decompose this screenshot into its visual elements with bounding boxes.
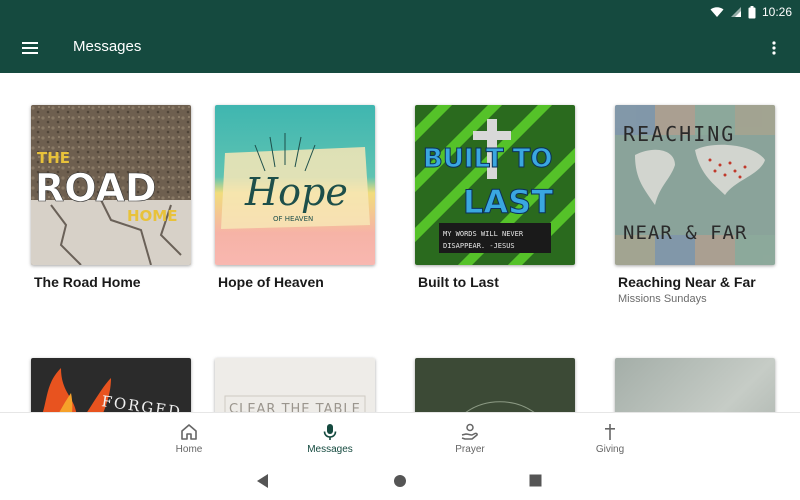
series-title: The Road Home: [34, 274, 141, 290]
recents-square-icon: [529, 474, 542, 487]
nav-tab-giving[interactable]: Giving: [565, 413, 655, 465]
series-artwork: CLEAR THE TABLE: [215, 358, 375, 412]
series-card-built-to-last[interactable]: BUILT TO LAST MY WORDS WILL NEVER DISAPP…: [415, 105, 577, 290]
back-button[interactable]: [256, 473, 270, 494]
back-triangle-icon: [257, 474, 268, 488]
series-card-7[interactable]: [415, 358, 577, 412]
nav-tab-prayer[interactable]: Prayer: [425, 413, 515, 465]
cell-signal-icon: [730, 7, 741, 17]
artwork-text-last: LAST: [463, 183, 553, 221]
series-title: Reaching Near & Far: [618, 274, 756, 290]
series-card-hope-of-heaven[interactable]: Hope OF HEAVEN Hope of Heaven: [215, 105, 377, 290]
artwork-text-road: ROAD: [35, 166, 157, 210]
battery-icon: [748, 5, 756, 18]
series-card-reaching-near-far[interactable]: REACHING NEAR & FAR Reaching Near & Far …: [615, 105, 777, 305]
series-card-clear-the-table[interactable]: CLEAR THE TABLE: [215, 358, 377, 412]
artwork-text-built-to: BUILT TO: [423, 144, 553, 174]
nav-label: Messages: [307, 444, 353, 455]
nav-label: Giving: [595, 444, 625, 455]
artwork-text-near-far: NEAR & FAR: [623, 222, 747, 244]
artwork-text-hope: Hope: [244, 170, 348, 214]
nav-tab-messages[interactable]: Messages: [285, 413, 375, 465]
artwork-text-home: HOME: [127, 207, 177, 225]
app-bar: Messages: [0, 24, 800, 73]
recents-button[interactable]: [529, 474, 542, 492]
nav-label: Home: [175, 444, 203, 455]
nav-label: Prayer: [455, 444, 485, 455]
artwork-text-verse-1: MY WORDS WILL NEVER: [443, 230, 524, 238]
status-bar: 10:26: [0, 0, 800, 24]
home-icon: [181, 424, 197, 440]
series-artwork: REACHING NEAR & FAR: [615, 105, 775, 265]
overflow-menu-button[interactable]: [762, 36, 786, 60]
bottom-navigation: Home Messages Prayer Giving: [0, 412, 800, 465]
wifi-icon: [710, 7, 724, 17]
artwork-text-the: THE: [37, 149, 70, 167]
messages-grid: THE ROAD HOME The Road Home Hope OF HEAV…: [0, 73, 800, 412]
series-artwork: THE ROAD HOME: [31, 105, 191, 265]
artwork-text-clear-the-table: CLEAR THE TABLE: [229, 402, 361, 412]
cross-icon: [605, 424, 615, 440]
artwork-text-of-heaven: OF HEAVEN: [273, 215, 313, 223]
system-navigation-bar: [0, 464, 800, 500]
series-subtitle: Missions Sundays: [618, 293, 707, 305]
status-icons: 10:26: [710, 0, 792, 24]
artwork-text-verse-2: DISAPPEAR. -JESUS: [443, 242, 515, 250]
series-card-road-home[interactable]: THE ROAD HOME The Road Home: [31, 105, 193, 290]
hamburger-menu-icon: [22, 42, 38, 54]
series-card-forged[interactable]: FORGED: [31, 358, 193, 412]
series-artwork: BUILT TO LAST MY WORDS WILL NEVER DISAPP…: [415, 105, 575, 265]
series-artwork: FORGED: [31, 358, 191, 412]
series-artwork: [615, 358, 775, 412]
series-title: Hope of Heaven: [218, 274, 324, 290]
series-artwork: [415, 358, 575, 412]
series-card-8[interactable]: [615, 358, 777, 412]
home-circle-icon: [394, 475, 406, 487]
artwork-text-reaching: REACHING: [623, 122, 735, 146]
microphone-icon: [323, 424, 337, 440]
prayer-hands-icon: [461, 423, 478, 440]
menu-button[interactable]: [17, 36, 43, 60]
more-vert-icon: [772, 41, 776, 55]
home-system-button[interactable]: [393, 474, 407, 493]
series-title: Built to Last: [418, 274, 499, 290]
nav-tab-home[interactable]: Home: [144, 413, 234, 465]
series-artwork: Hope OF HEAVEN: [215, 105, 375, 265]
page-title: Messages: [73, 38, 142, 55]
clock: 10:26: [761, 5, 792, 19]
